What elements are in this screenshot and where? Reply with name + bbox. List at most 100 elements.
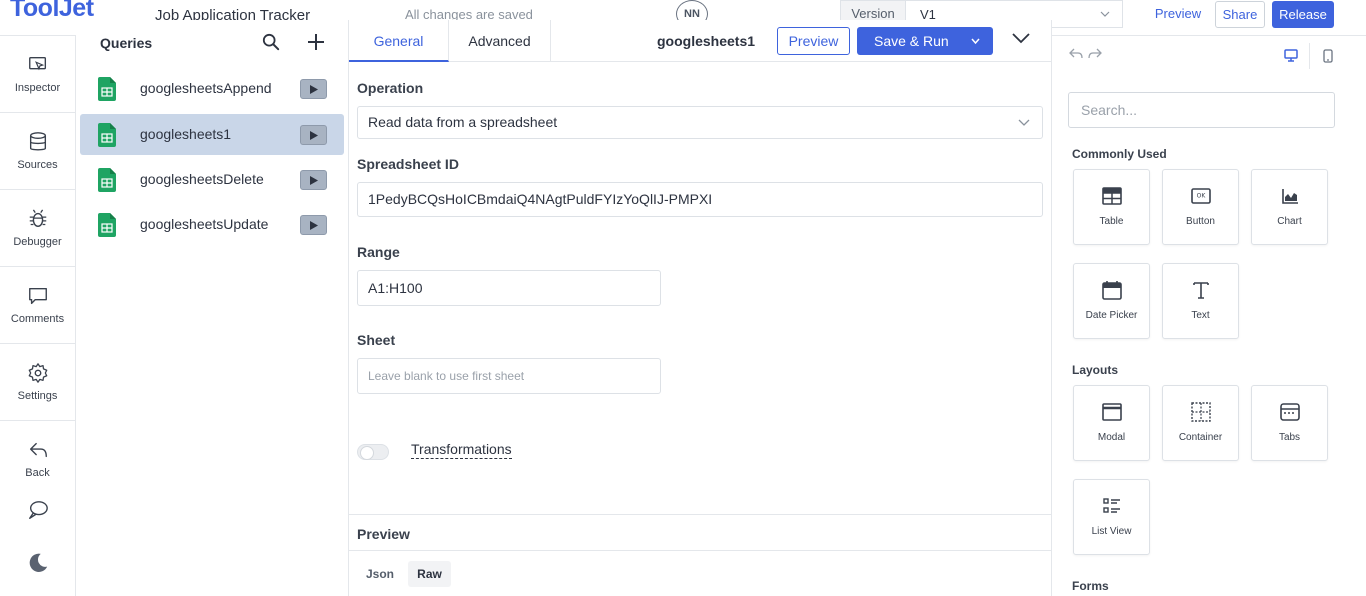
query-item[interactable]: googlesheetsUpdate bbox=[80, 204, 344, 245]
table-icon bbox=[1102, 187, 1122, 205]
widget-list-view[interactable]: List View bbox=[1073, 479, 1150, 555]
widget-table[interactable]: Table bbox=[1073, 169, 1150, 245]
transformations-toggle[interactable] bbox=[357, 444, 389, 460]
save-and-run-label: Save & Run bbox=[874, 33, 949, 49]
text-icon bbox=[1193, 282, 1209, 299]
query-preview-button[interactable]: Preview bbox=[777, 27, 850, 55]
sidebar-item-back[interactable]: Back bbox=[0, 421, 75, 498]
sidebar-item-debugger[interactable]: Debugger bbox=[0, 190, 75, 267]
play-icon bbox=[310, 221, 318, 230]
range-input[interactable]: A1:H100 bbox=[357, 270, 661, 306]
play-icon bbox=[310, 176, 318, 185]
chevron-down-icon[interactable] bbox=[971, 38, 980, 45]
range-label: Range bbox=[357, 244, 400, 260]
spreadsheet-id-label: Spreadsheet ID bbox=[357, 156, 459, 172]
query-editor: General Advanced googlesheets1 Preview S… bbox=[349, 20, 1052, 596]
mobile-view-icon[interactable] bbox=[1323, 49, 1333, 63]
widget-label: Chart bbox=[1277, 216, 1302, 227]
search-icon[interactable] bbox=[262, 33, 280, 51]
run-query-button[interactable] bbox=[300, 215, 327, 235]
widget-date-picker[interactable]: Date Picker bbox=[1073, 263, 1150, 339]
redo-icon[interactable] bbox=[1088, 48, 1102, 60]
widget-tabs[interactable]: Tabs bbox=[1251, 385, 1328, 461]
calendar-icon bbox=[1102, 281, 1122, 300]
widget-label: Modal bbox=[1097, 432, 1126, 443]
sidebar-item-inspector[interactable]: Inspector bbox=[0, 36, 75, 113]
run-query-button[interactable] bbox=[300, 79, 327, 99]
widget-label: Button bbox=[1186, 216, 1215, 227]
sheet-label: Sheet bbox=[357, 332, 396, 348]
widget-search-input[interactable]: Search... bbox=[1068, 92, 1335, 128]
undo-icon[interactable] bbox=[1069, 48, 1083, 60]
layouts-title: Layouts bbox=[1072, 363, 1119, 377]
collapse-panel-icon[interactable] bbox=[1011, 31, 1031, 45]
left-sidebar: Inspector Sources Debugger Comments Sett… bbox=[0, 36, 76, 596]
moon-icon[interactable] bbox=[27, 552, 49, 574]
google-sheets-icon bbox=[98, 213, 116, 237]
tab-general[interactable]: General bbox=[349, 20, 449, 62]
sidebar-label: Settings bbox=[17, 390, 58, 402]
query-item[interactable]: googlesheetsAppend bbox=[80, 68, 344, 109]
query-name: googlesheets1 bbox=[140, 126, 232, 142]
widget-label: List View bbox=[1091, 526, 1132, 537]
button-icon: OK bbox=[1191, 188, 1211, 204]
operation-select[interactable]: Read data from a spreadsheet bbox=[357, 106, 1043, 139]
query-name: googlesheetsUpdate bbox=[140, 216, 269, 232]
query-item[interactable]: googlesheetsDelete bbox=[80, 159, 344, 200]
svg-text:OK: OK bbox=[1197, 193, 1207, 200]
modal-icon bbox=[1102, 403, 1122, 421]
queries-title: Queries bbox=[100, 35, 153, 51]
release-button[interactable]: Release bbox=[1272, 1, 1334, 28]
widget-label: Date Picker bbox=[1085, 310, 1138, 321]
bug-icon bbox=[29, 209, 47, 228]
query-name-title[interactable]: googlesheets1 bbox=[657, 33, 755, 49]
desktop-view-icon[interactable] bbox=[1284, 49, 1298, 62]
back-arrow-icon bbox=[29, 442, 47, 458]
chevron-down-icon bbox=[1100, 11, 1110, 17]
widget-label: Text bbox=[1191, 310, 1210, 321]
sidebar-item-sources[interactable]: Sources bbox=[0, 113, 75, 190]
google-sheets-icon bbox=[98, 168, 116, 192]
view-toggle-divider bbox=[1309, 43, 1310, 69]
preview-tab-json[interactable]: Json bbox=[357, 561, 403, 587]
query-item[interactable]: googlesheets1 bbox=[80, 114, 344, 155]
run-query-button[interactable] bbox=[300, 170, 327, 190]
google-sheets-icon bbox=[98, 123, 116, 147]
widget-text[interactable]: Text bbox=[1162, 263, 1239, 339]
editor-tabs-bar: General Advanced googlesheets1 Preview S… bbox=[349, 20, 1052, 62]
operation-label: Operation bbox=[357, 80, 424, 96]
widget-chart[interactable]: Chart bbox=[1251, 169, 1328, 245]
gear-icon bbox=[28, 363, 48, 383]
widget-sidebar: Search... Commonly Used Table OK Button … bbox=[1052, 36, 1366, 596]
sidebar-label: Comments bbox=[10, 313, 65, 325]
widget-label: Table bbox=[1099, 216, 1124, 227]
widget-modal[interactable]: Modal bbox=[1073, 385, 1150, 461]
run-query-button[interactable] bbox=[300, 125, 327, 145]
widget-container[interactable]: Container bbox=[1162, 385, 1239, 461]
save-and-run-button[interactable]: Save & Run bbox=[857, 27, 993, 55]
header-preview-button[interactable]: Preview bbox=[1148, 1, 1208, 27]
spreadsheet-id-input[interactable]: 1PedyBCQsHoICBmdaiQ4NAgtPuldFYIzYoQlIJ-P… bbox=[357, 182, 1043, 217]
comment-icon bbox=[29, 287, 47, 305]
query-name: googlesheetsDelete bbox=[140, 171, 264, 187]
transformations-label[interactable]: Transformations bbox=[411, 441, 512, 459]
sheet-input[interactable]: Leave blank to use first sheet bbox=[357, 358, 661, 394]
sidebar-item-comments[interactable]: Comments bbox=[0, 267, 75, 344]
play-icon bbox=[310, 131, 318, 140]
list-view-icon bbox=[1103, 498, 1120, 513]
widget-button[interactable]: OK Button bbox=[1162, 169, 1239, 245]
widget-label: Container bbox=[1178, 432, 1223, 443]
tab-advanced[interactable]: Advanced bbox=[449, 20, 551, 62]
share-button[interactable]: Share bbox=[1215, 1, 1265, 28]
commonly-used-title: Commonly Used bbox=[1072, 147, 1167, 161]
preview-section-title: Preview bbox=[357, 526, 410, 542]
sidebar-label: Debugger bbox=[13, 236, 62, 248]
preview-tab-raw[interactable]: Raw bbox=[408, 561, 451, 587]
sidebar-item-settings[interactable]: Settings bbox=[0, 344, 75, 421]
preview-section-header: Preview bbox=[349, 514, 1052, 551]
chevron-down-icon bbox=[1018, 119, 1030, 126]
add-query-icon[interactable] bbox=[306, 32, 326, 52]
query-name: googlesheetsAppend bbox=[140, 80, 272, 96]
chat-bubble-icon[interactable] bbox=[27, 499, 49, 521]
sidebar-label: Sources bbox=[17, 159, 58, 171]
